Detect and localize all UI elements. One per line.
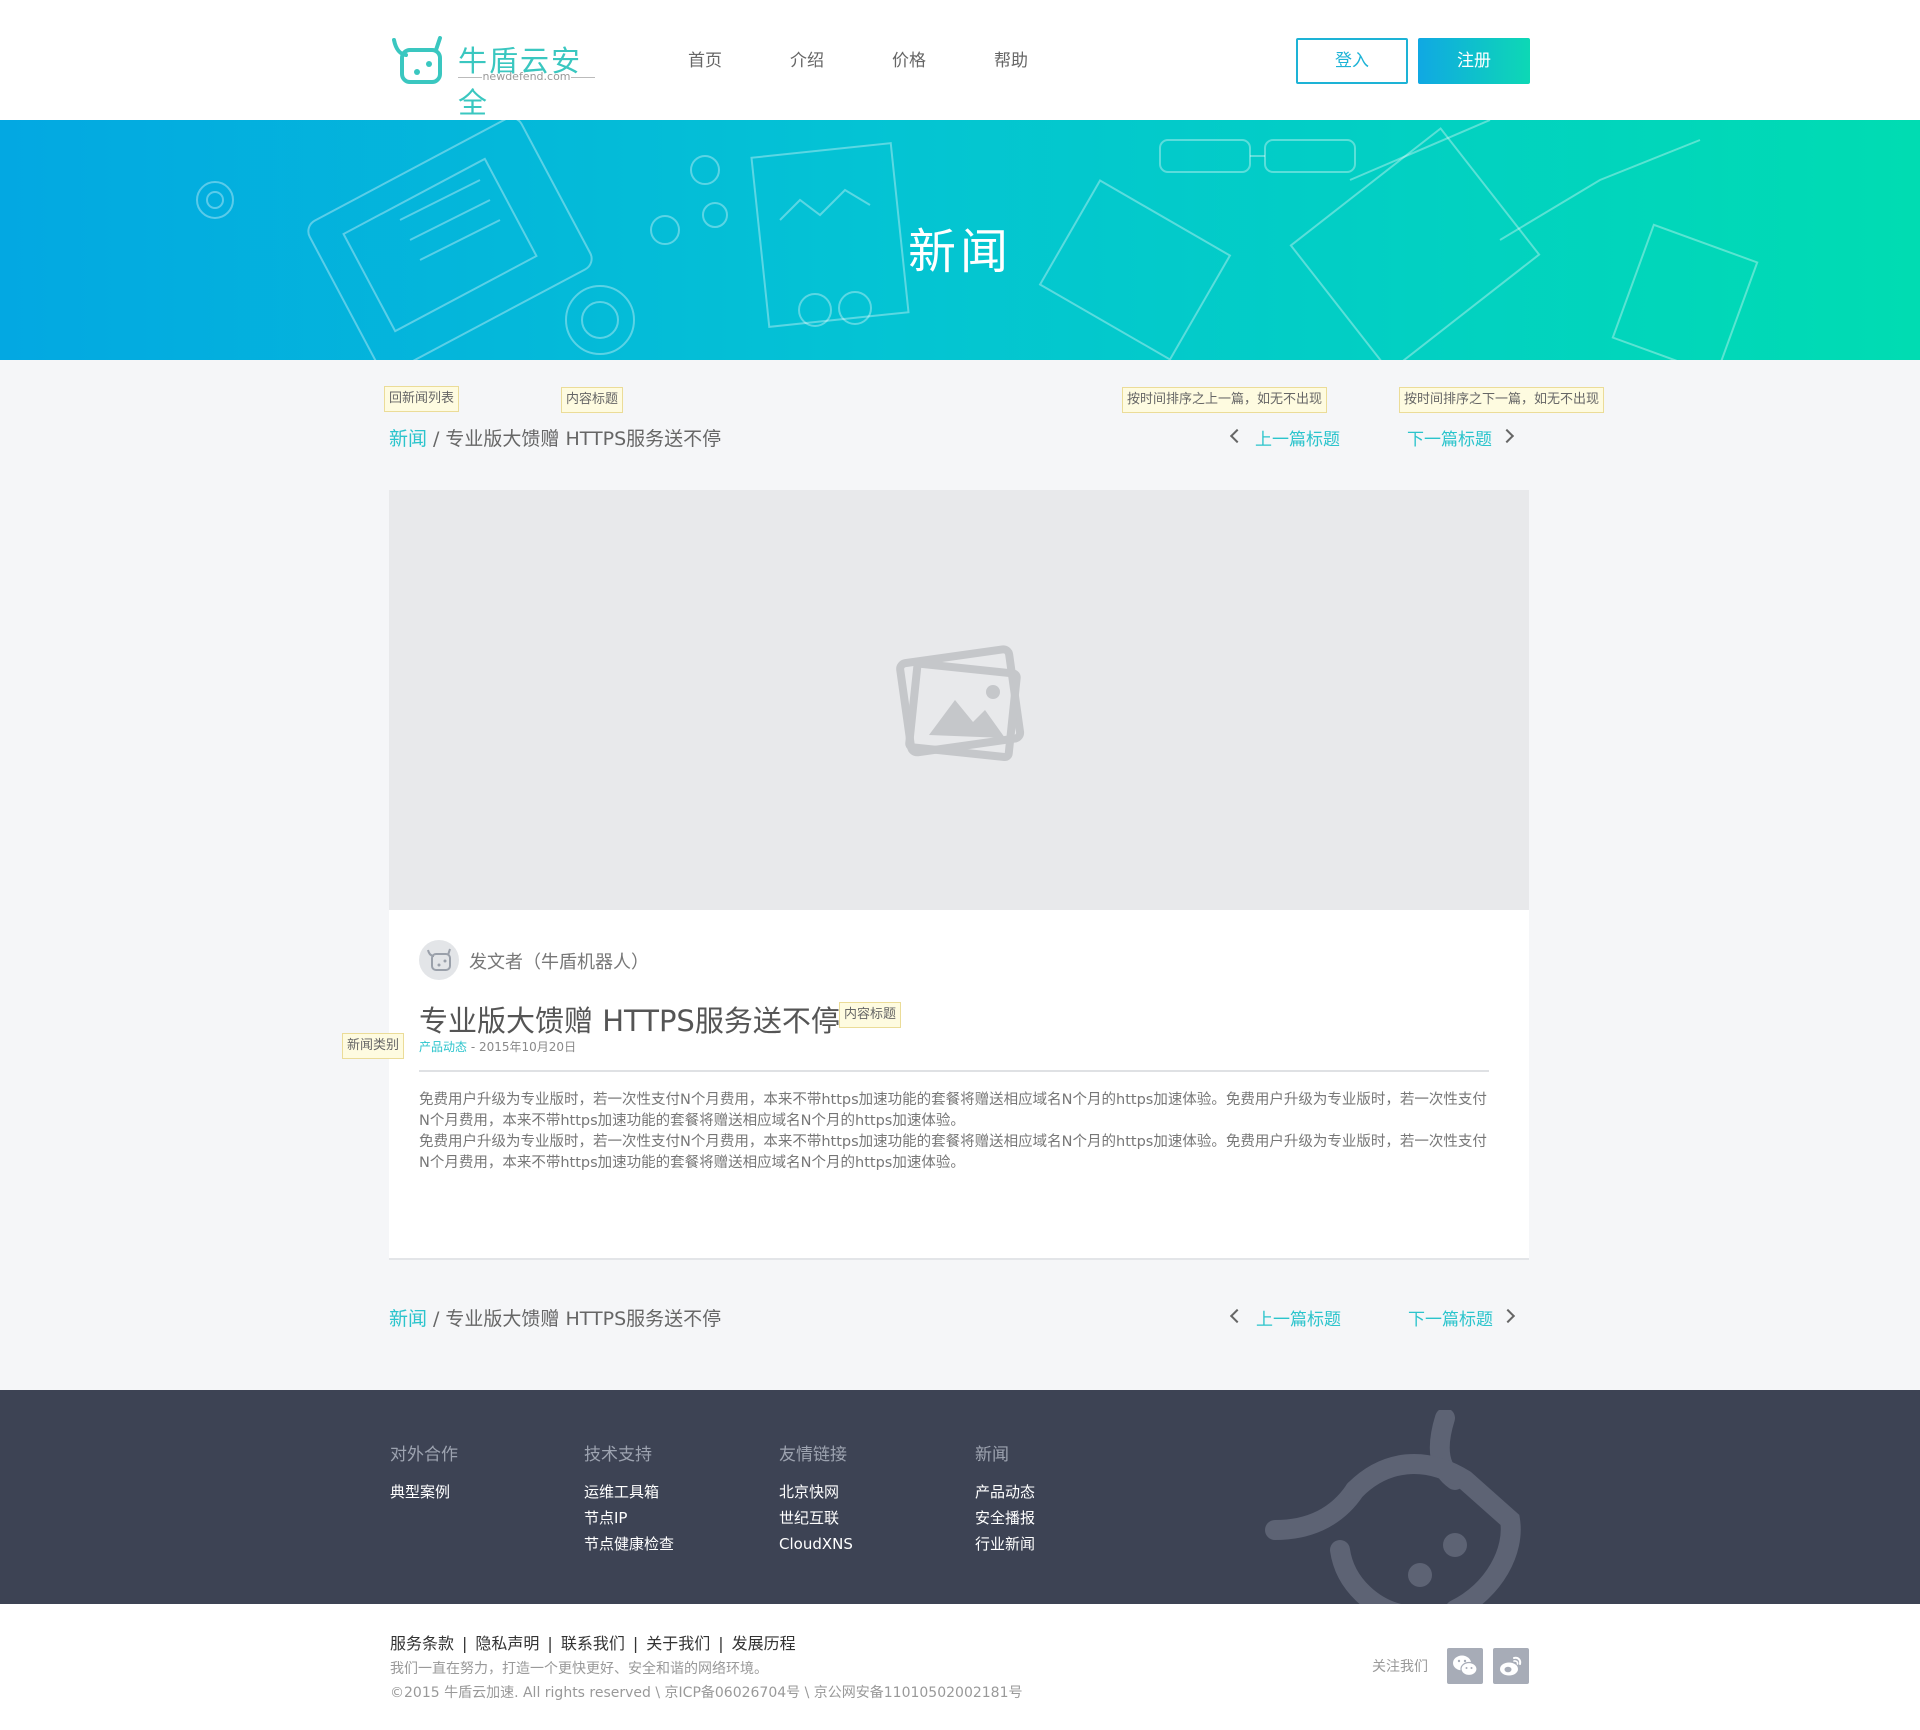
- main-nav: 首页 介绍 价格 帮助: [688, 46, 1096, 71]
- breadcrumb-bottom: 新闻 / 专业版大馈赠 HTTPS服务送不停: [389, 1304, 721, 1331]
- footer-link[interactable]: 典型案例: [390, 1479, 458, 1505]
- footer-link[interactable]: 行业新闻: [975, 1531, 1035, 1557]
- next-article-link[interactable]: 下一篇标题: [1408, 1305, 1493, 1330]
- privacy-link[interactable]: 隐私声明: [475, 1634, 539, 1653]
- chevron-left-icon[interactable]: [1229, 428, 1245, 444]
- link-separator: |: [718, 1634, 724, 1653]
- article-title: 专业版大馈赠 HTTPS服务送不停: [419, 1004, 840, 1038]
- breadcrumb-current: 专业版大馈赠 HTTPS服务送不停: [445, 1308, 722, 1330]
- slogan: 我们一直在努力，打造一个更快更好、安全和谐的网络环境。: [390, 1661, 768, 1677]
- bottom-bar: 服务条款 | 隐私声明 | 联系我们 | 关于我们 | 发展历程 我们一直在努力，打造一个更快更…: [0, 1604, 1920, 1730]
- footer-column-friend-links: 友情链接 北京快网 世纪互联 CloudXNS: [779, 1440, 853, 1557]
- bull-logo-icon: [392, 36, 442, 84]
- banner-title: 新闻: [907, 224, 1012, 280]
- breadcrumb-top: 新闻 / 专业版大馈赠 HTTPS服务送不停: [389, 424, 721, 451]
- footer-column-title: 对外合作: [390, 1445, 458, 1465]
- nav-intro[interactable]: 介绍: [790, 46, 892, 71]
- footer-link[interactable]: 节点IP: [584, 1505, 674, 1531]
- article-body: 免费用户升级为专业版时，若一次性支付N个月费用，本来不带https加速功能的套餐…: [419, 1090, 1494, 1174]
- link-separator: |: [462, 1634, 468, 1653]
- author-avatar: [419, 940, 459, 980]
- article-date: - 2015年10月20日: [470, 1040, 577, 1054]
- footer-link[interactable]: 产品动态: [975, 1479, 1035, 1505]
- footer-column-support: 技术支持 运维工具箱 节点IP 节点健康检查: [584, 1440, 674, 1557]
- footer-link[interactable]: 北京快网: [779, 1479, 853, 1505]
- weibo-icon[interactable]: [1493, 1648, 1529, 1684]
- note-back-to-list: 回新闻列表: [384, 386, 460, 412]
- site-logo[interactable]: 牛盾云安全 newdefend.com: [390, 36, 595, 120]
- article-image-placeholder: [389, 490, 1529, 910]
- weibo-glyph: [1500, 1656, 1522, 1676]
- breadcrumb-separator: /: [433, 1308, 440, 1330]
- site-footer: 对外合作 典型案例 技术支持 运维工具箱 节点IP 节点健康检查 友情链接 北京…: [0, 1390, 1920, 1604]
- footer-link[interactable]: CloudXNS: [779, 1531, 853, 1557]
- footer-column-cooperation: 对外合作 典型案例: [390, 1440, 458, 1505]
- about-link[interactable]: 关于我们: [646, 1634, 710, 1653]
- copyright: ©2015 牛盾云加速. All rights reserved \ 京ICP备…: [390, 1685, 1023, 1701]
- follow-us-label: 关注我们: [1372, 1659, 1428, 1675]
- article-paragraph: 免费用户升级为专业版时，若一次性支付N个月费用，本来不带https加速功能的套餐…: [419, 1092, 1487, 1129]
- note-news-category: 新闻类别: [342, 1033, 405, 1059]
- logo-domain: newdefend.com: [458, 70, 595, 83]
- footer-link[interactable]: 运维工具箱: [584, 1479, 674, 1505]
- login-button[interactable]: 登入: [1296, 38, 1408, 84]
- image-placeholder-icon: [896, 645, 1025, 762]
- chevron-left-icon[interactable]: [1229, 1308, 1245, 1324]
- breadcrumb-separator: /: [433, 428, 440, 450]
- wechat-glyph: [1453, 1655, 1478, 1677]
- nav-pricing[interactable]: 价格: [892, 46, 994, 71]
- bull-watermark-icon: [1265, 1410, 1521, 1604]
- footer-column-title: 技术支持: [584, 1445, 652, 1465]
- link-separator: |: [632, 1634, 639, 1653]
- article-card: 发文者（牛盾机器人） 专业版大馈赠 HTTPS服务送不停 产品动态 - 2015…: [389, 490, 1529, 1260]
- next-article-link[interactable]: 下一篇标题: [1407, 425, 1492, 450]
- note-content-title-2: 内容标题: [839, 1002, 902, 1028]
- breadcrumb-news-link[interactable]: 新闻: [389, 1308, 427, 1330]
- footer-link[interactable]: 世纪互联: [779, 1505, 853, 1531]
- article-divider: [419, 1070, 1489, 1072]
- legal-links: 服务条款 | 隐私声明 | 联系我们 | 关于我们 | 发展历程: [390, 1630, 796, 1654]
- contact-link[interactable]: 联系我们: [561, 1634, 625, 1653]
- nav-help[interactable]: 帮助: [994, 46, 1096, 71]
- news-banner: 新闻: [0, 120, 1920, 360]
- breadcrumb-news-link[interactable]: 新闻: [389, 428, 427, 450]
- prev-article-link[interactable]: 上一篇标题: [1255, 425, 1340, 450]
- chevron-right-icon[interactable]: [1500, 1308, 1516, 1324]
- article-category-link[interactable]: 产品动态: [419, 1040, 467, 1054]
- bull-avatar-icon: [427, 948, 451, 971]
- site-header: 牛盾云安全 newdefend.com 首页 介绍 价格 帮助 登入 注册: [0, 0, 1920, 120]
- terms-link[interactable]: 服务条款: [390, 1634, 454, 1653]
- breadcrumb-current: 专业版大馈赠 HTTPS服务送不停: [445, 428, 722, 450]
- author-name: 发文者（牛盾机器人）: [469, 952, 649, 973]
- article-paragraph: 免费用户升级为专业版时，若一次性支付N个月费用，本来不带https加速功能的套餐…: [419, 1134, 1487, 1171]
- wechat-icon[interactable]: [1447, 1648, 1483, 1684]
- chevron-right-icon[interactable]: [1499, 428, 1515, 444]
- footer-link[interactable]: 节点健康检查: [584, 1531, 674, 1557]
- register-button[interactable]: 注册: [1418, 38, 1530, 84]
- footer-column-title: 友情链接: [779, 1445, 847, 1465]
- note-next-hint: 按时间排序之下一篇，如无不出现: [1399, 387, 1605, 413]
- footer-column-news: 新闻 产品动态 安全播报 行业新闻: [975, 1440, 1035, 1557]
- note-prev-hint: 按时间排序之上一篇，如无不出现: [1122, 387, 1328, 413]
- article-meta: 产品动态 - 2015年10月20日: [419, 1038, 576, 1055]
- link-separator: |: [547, 1634, 553, 1653]
- prev-article-link[interactable]: 上一篇标题: [1256, 1305, 1341, 1330]
- history-link[interactable]: 发展历程: [732, 1634, 796, 1653]
- note-content-title: 内容标题: [561, 387, 624, 413]
- footer-link[interactable]: 安全播报: [975, 1505, 1035, 1531]
- footer-column-title: 新闻: [975, 1445, 1009, 1465]
- nav-home[interactable]: 首页: [688, 46, 790, 71]
